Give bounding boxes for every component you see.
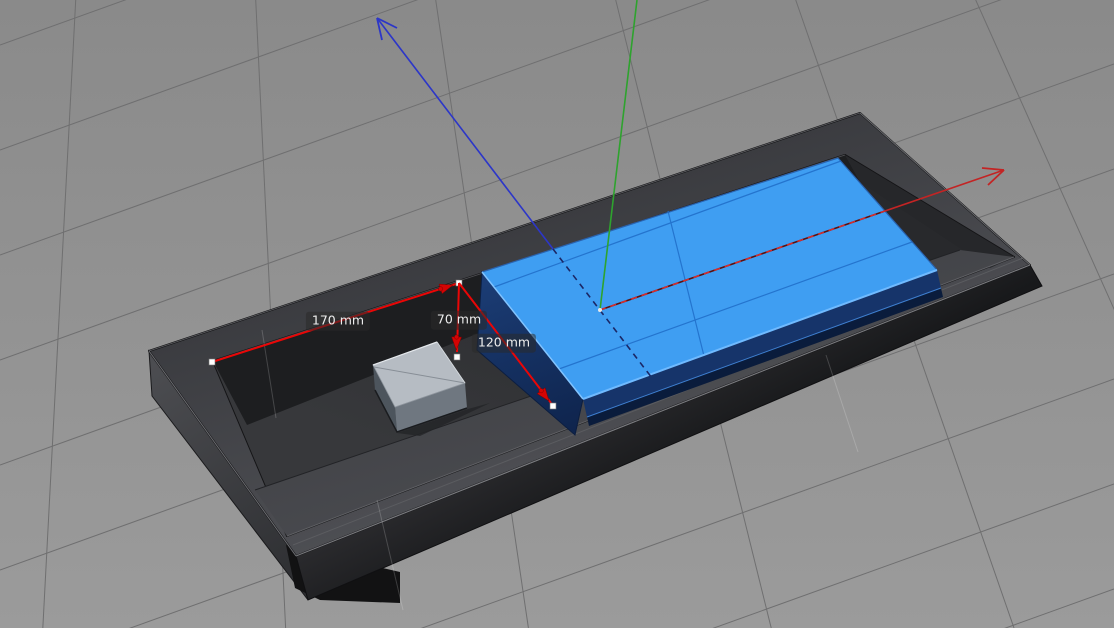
scene-canvas[interactable] [0,0,1114,628]
viewport-3d[interactable]: 170 mm 70 mm 120 mm [0,0,1114,628]
world-origin-point [598,308,602,312]
